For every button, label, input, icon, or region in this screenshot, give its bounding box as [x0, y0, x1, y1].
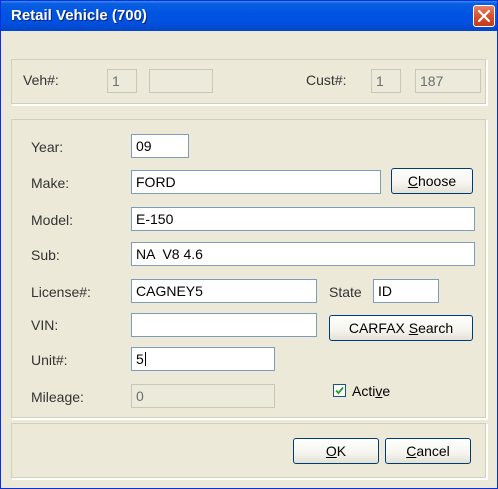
- state-field[interactable]: ID: [373, 279, 439, 303]
- title-bar[interactable]: Retail Vehicle (700): [1, 1, 497, 31]
- cancel-rest: ancel: [416, 443, 450, 459]
- checkmark-icon: [335, 386, 344, 395]
- carfax-search-button[interactable]: CARFAX Search: [329, 315, 473, 341]
- carfax-prefix: CARFAX: [348, 320, 409, 336]
- ok-button[interactable]: OK: [293, 438, 379, 464]
- make-label: Make:: [31, 175, 70, 191]
- sub-field[interactable]: NA V8 4.6: [131, 242, 475, 266]
- model-field[interactable]: E-150: [131, 207, 475, 231]
- retail-vehicle-dialog: Retail Vehicle (700) Veh#: 1 Cust#: 1 18…: [0, 0, 498, 489]
- vin-label: VIN:: [31, 317, 59, 333]
- cust-secondary-field[interactable]: 187: [415, 69, 481, 93]
- close-button[interactable]: [473, 5, 495, 27]
- year-label: Year:: [31, 139, 64, 155]
- license-field[interactable]: CAGNEY5: [131, 279, 317, 303]
- active-rest: e: [382, 383, 391, 399]
- vehicle-details-group: [11, 119, 487, 419]
- mileage-field[interactable]: 0: [131, 384, 275, 408]
- unit-field[interactable]: 5: [131, 347, 275, 371]
- veh-label: Veh#:: [23, 72, 59, 88]
- veh-number-field[interactable]: 1: [107, 69, 137, 93]
- cancel-button[interactable]: Cancel: [385, 438, 471, 464]
- cust-label: Cust#:: [306, 72, 347, 88]
- carfax-rest: earch: [418, 320, 454, 336]
- year-field[interactable]: 09: [131, 134, 189, 158]
- license-label: License#:: [31, 284, 91, 300]
- model-label: Model:: [31, 212, 74, 228]
- state-label: State: [329, 284, 362, 300]
- choose-mnemonic: C: [407, 173, 418, 189]
- active-prefix: Acti: [352, 383, 376, 399]
- choose-rest: hoose: [417, 173, 457, 189]
- unit-label: Unit#:: [31, 352, 68, 368]
- make-field[interactable]: FORD: [131, 170, 381, 194]
- cancel-mnemonic: C: [406, 443, 417, 459]
- active-checkbox[interactable]: [333, 384, 346, 397]
- active-label: Active: [352, 383, 390, 399]
- veh-secondary-field[interactable]: [149, 69, 213, 93]
- window-title: Retail Vehicle (700): [11, 7, 147, 24]
- cust-number-field[interactable]: 1: [371, 69, 401, 93]
- ok-mnemonic: O: [325, 443, 337, 459]
- close-icon: [478, 10, 490, 22]
- mileage-label: Mileage:: [31, 389, 84, 405]
- sub-label: Sub:: [31, 247, 60, 263]
- ok-rest: K: [336, 443, 347, 459]
- choose-button[interactable]: Choose: [391, 168, 473, 194]
- vin-field[interactable]: [131, 313, 317, 337]
- carfax-mnemonic: S: [408, 320, 419, 336]
